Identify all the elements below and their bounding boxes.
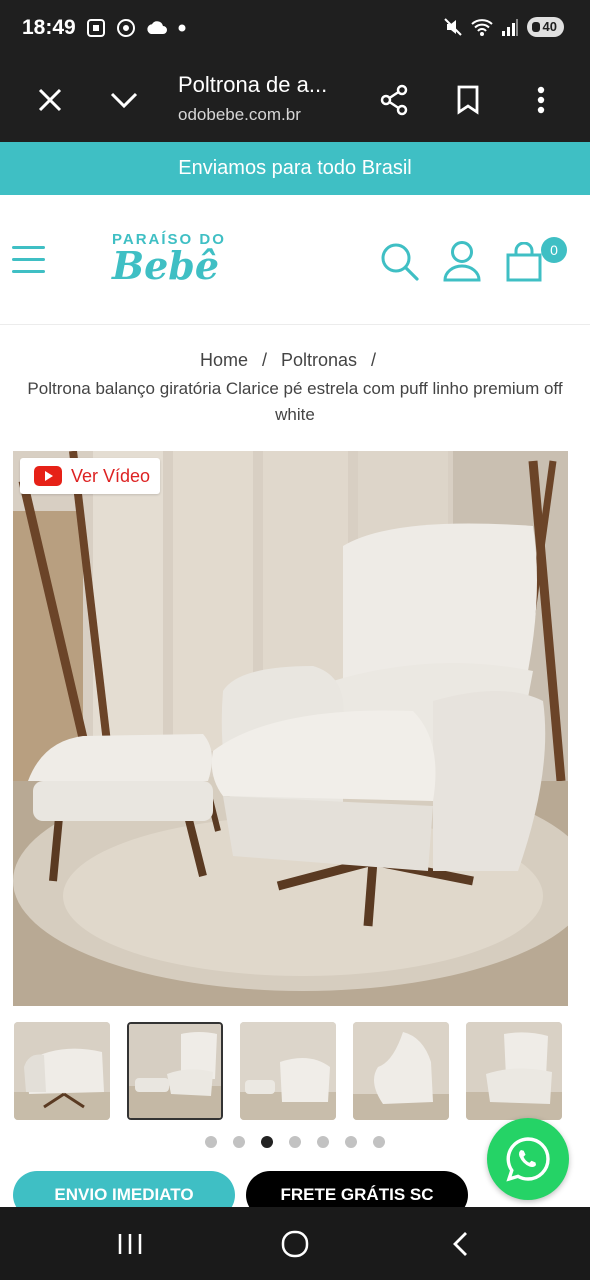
thumbnail-image: [14, 1022, 110, 1120]
page-title: Poltrona de a...: [178, 72, 328, 97]
carousel-dot[interactable]: [373, 1136, 385, 1148]
thumbnail-5[interactable]: [466, 1022, 562, 1120]
status-time: 18:49: [22, 16, 76, 39]
recent-apps-button[interactable]: [110, 1227, 150, 1261]
signal-icon: [501, 19, 518, 36]
carousel-dot-active[interactable]: [261, 1136, 273, 1148]
share-button[interactable]: [374, 80, 414, 120]
page-url[interactable]: odobebe.com.br: [178, 105, 301, 125]
breadcrumb-separator: /: [371, 350, 377, 370]
mute-icon: [443, 18, 462, 36]
battery-indicator: 40: [526, 17, 564, 37]
thumbnail-strip: [14, 1022, 574, 1120]
status-bar: 18:49 40: [0, 0, 590, 60]
recents-icon: [118, 1234, 142, 1254]
thumbnail-2[interactable]: [127, 1022, 223, 1120]
back-chevron-icon: [453, 1232, 467, 1256]
carousel-dot[interactable]: [317, 1136, 329, 1148]
more-options-button[interactable]: [521, 80, 561, 120]
breadcrumb-separator: /: [261, 350, 267, 370]
thumbnail-image: [466, 1022, 562, 1120]
system-status: 40: [443, 17, 564, 37]
bookmark-icon: [457, 85, 479, 115]
search-icon: [381, 243, 419, 281]
thumbnail-image: [240, 1022, 336, 1120]
cart-count-badge: 0: [541, 237, 567, 263]
breadcrumb: Home / Poltronas /: [0, 350, 590, 371]
site-logo[interactable]: PARAÍSO DO Bebê: [112, 231, 230, 291]
video-label: Ver Vídeo: [71, 465, 151, 486]
cloud-icon: [147, 21, 167, 34]
hamburger-icon: [12, 246, 45, 273]
carousel-dot[interactable]: [345, 1136, 357, 1148]
more-vert-icon: [537, 86, 545, 114]
carousel-dot[interactable]: [289, 1136, 301, 1148]
carousel-dot[interactable]: [205, 1136, 217, 1148]
thumbnail-4[interactable]: [353, 1022, 449, 1120]
browser-toolbar: Poltrona de a... odobebe.com.br: [0, 60, 590, 142]
video-button[interactable]: Ver Vídeo: [20, 458, 160, 494]
home-button[interactable]: [275, 1227, 315, 1261]
armchair-photo: [13, 451, 568, 1006]
back-button[interactable]: [440, 1227, 480, 1261]
carousel-dot[interactable]: [233, 1136, 245, 1148]
whatsapp-button[interactable]: [487, 1118, 569, 1200]
wifi-icon: [470, 19, 493, 36]
menu-button[interactable]: [12, 244, 46, 276]
whatsapp-icon: [506, 1137, 550, 1182]
share-icon: [380, 84, 408, 116]
minimize-tab-button[interactable]: [104, 80, 144, 120]
screenshot-icon: [87, 19, 105, 37]
close-tab-button[interactable]: [30, 80, 70, 120]
bookmark-button[interactable]: [448, 80, 488, 120]
user-icon: [443, 241, 481, 282]
dot-icon: [178, 24, 186, 32]
chrome-icon: [117, 19, 135, 37]
thumbnail-image: [129, 1024, 221, 1118]
close-icon: [38, 88, 62, 112]
account-button[interactable]: [442, 240, 482, 282]
thumbnail-1[interactable]: [14, 1022, 110, 1120]
youtube-icon: [34, 466, 62, 486]
chevron-down-icon: [110, 92, 138, 109]
product-main-image[interactable]: [13, 451, 568, 1006]
cart-button[interactable]: [505, 241, 545, 282]
thumbnail-image: [353, 1022, 449, 1120]
system-nav-bar: [0, 1207, 590, 1280]
thumbnail-3[interactable]: [240, 1022, 336, 1120]
breadcrumb-poltronas[interactable]: Poltronas: [281, 350, 357, 370]
notification-icons: [86, 18, 186, 38]
breadcrumb-home[interactable]: Home: [200, 350, 248, 370]
shipping-banner: Enviamos para todo Brasil: [0, 142, 590, 195]
product-title: Poltrona balanço giratória Clarice pé es…: [27, 379, 563, 424]
site-header: PARAÍSO DO Bebê 0: [0, 195, 590, 325]
logo-main-text: Bebê: [112, 243, 220, 288]
shopping-bag-icon: [506, 241, 542, 282]
search-button[interactable]: [380, 242, 420, 282]
home-circle-icon: [281, 1230, 309, 1258]
